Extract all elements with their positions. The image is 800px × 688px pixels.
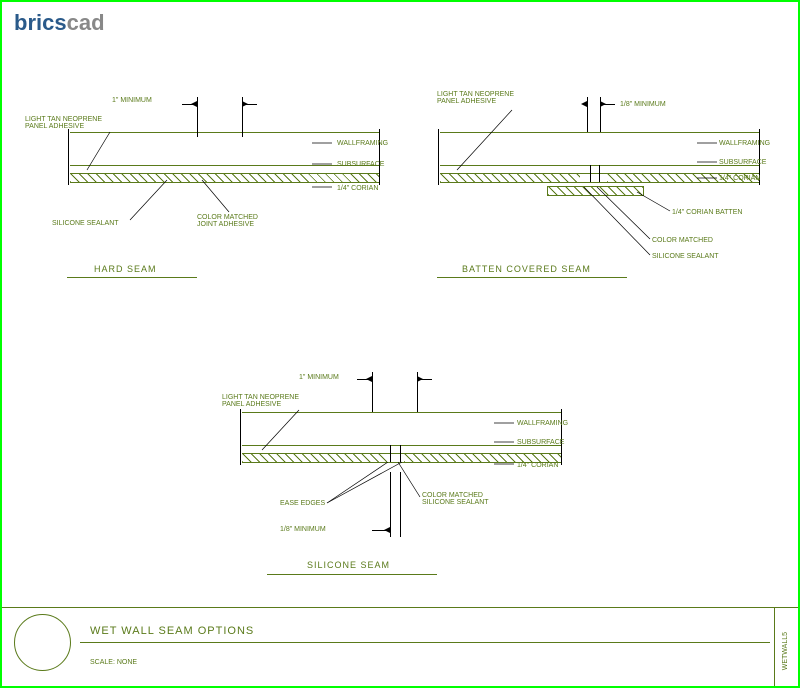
d3-eighth: 1/8" MINIMUM (280, 526, 326, 533)
d1-breakL (68, 129, 69, 185)
logo: bricscad (14, 10, 105, 36)
title-underline (80, 642, 770, 643)
d2-subsurface: SUBSURFACE (719, 159, 766, 166)
d2-top (440, 132, 760, 133)
d3-top (242, 412, 562, 413)
drawing-title: WET WALL SEAM OPTIONS (90, 625, 254, 637)
d1-sealant: SILICONE SEALANT (52, 220, 119, 227)
d2-breakL (438, 129, 439, 185)
d2-dim2 (600, 97, 601, 132)
d2-batten-label: 1/4" CORIAN BATTEN (672, 209, 742, 216)
d2-bot (440, 182, 760, 183)
d3-dimh2 (417, 379, 432, 380)
d2-gap1 (590, 165, 591, 182)
d3-gap1 (390, 445, 391, 462)
d1-subsurface: SUBSURFACE (337, 161, 384, 168)
d1-adhesive-label: LIGHT TAN NEOPRENE PANEL ADHESIVE (25, 116, 115, 130)
d3-breakR (561, 409, 562, 465)
d1-title: HARD SEAM (94, 264, 157, 274)
d3-title: SILICONE SEAM (307, 560, 390, 570)
d2-dimh (600, 104, 615, 105)
d3-min: 1" MINIMUM (299, 374, 339, 381)
d2-sealant: SILICONE SEALANT (652, 253, 719, 260)
d3-corian: 1/4" CORIAN (517, 462, 558, 469)
d2-matched: COLOR MATCHED (652, 237, 713, 244)
d3-hatchR (404, 454, 562, 462)
d3-bot (242, 462, 562, 463)
d1-top (70, 132, 380, 133)
d2-wallframing: WALLFRAMING (719, 140, 770, 147)
d3-subsurface: SUBSURFACE (517, 439, 564, 446)
detail-bubble (14, 614, 71, 671)
d1-joint: COLOR MATCHED JOINT ADHESIVE (197, 214, 272, 228)
d1-dim1 (197, 97, 198, 137)
d2-adhesive: LIGHT TAN NEOPRENE PANEL ADHESIVE (437, 91, 527, 105)
scale-label: SCALE: NONE (90, 659, 137, 666)
d3-hatchL (242, 454, 387, 462)
d2-min: 1/8" MINIMUM (620, 101, 666, 108)
d3-mid (242, 445, 562, 446)
d3-title-line (267, 574, 437, 575)
d1-title-line (67, 277, 197, 278)
d2-hatchL (440, 174, 580, 182)
d2-mid (440, 165, 760, 166)
d3-adhesive: LIGHT TAN NEOPRENE PANEL ADHESIVE (222, 394, 312, 408)
d3-dimh1 (357, 379, 372, 380)
d2-batten (547, 186, 644, 196)
d2-gap2 (599, 165, 600, 182)
d3-dim2 (417, 372, 418, 412)
d1-wallframing: WALLFRAMING (337, 140, 388, 147)
d2-title: BATTEN COVERED SEAM (462, 264, 591, 274)
d3-sealant: COLOR MATCHED SILICONE SEALANT (422, 492, 497, 506)
d1-min-label: 1" MINIMUM (112, 97, 152, 104)
d3-dim1 (372, 372, 373, 412)
d3-wallframing: WALLFRAMING (517, 420, 568, 427)
d1-dimh1 (182, 104, 197, 105)
d1-dim2 (242, 97, 243, 137)
d2-corian: 1/4" CORIAN (719, 175, 760, 182)
d3-dimbh (372, 530, 390, 531)
d1-dimh2 (242, 104, 257, 105)
d1-bot (70, 182, 380, 183)
d1-corian: 1/4" CORIAN (337, 185, 378, 192)
d1-mid (70, 165, 380, 166)
d1-hatch (70, 174, 380, 182)
logo-cad: cad (67, 10, 105, 35)
leader-lines (2, 2, 798, 686)
drawing-frame: bricscad 1" MINIMUM LIGHT TAN NEOPRENE P… (0, 0, 800, 688)
d3-dimb2 (400, 472, 401, 537)
d3-gap2 (400, 445, 401, 462)
side-label: WETWALL5 (782, 632, 789, 670)
footer-line (2, 607, 798, 608)
logo-brics: brics (14, 10, 67, 35)
d3-breakL (240, 409, 241, 465)
d2-dim1 (587, 97, 588, 132)
d1-breakR (379, 129, 380, 185)
d2-title-line (437, 277, 627, 278)
d3-ease: EASE EDGES (280, 500, 325, 507)
d3-dimb1 (390, 472, 391, 537)
footer-vline (774, 607, 775, 686)
